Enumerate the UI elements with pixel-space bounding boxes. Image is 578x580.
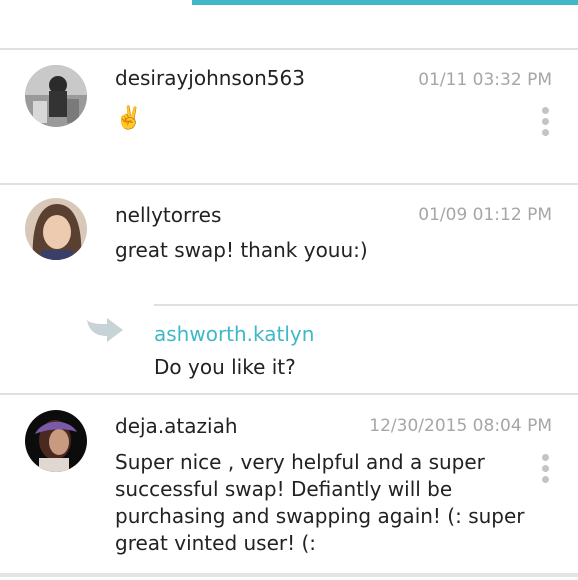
comment-text-line: purchasing and swapping again! (: super xyxy=(115,504,525,528)
comment-username[interactable]: nellytorres xyxy=(115,203,221,227)
comment-text-line: great vinted user! (: xyxy=(115,531,317,555)
comment-text: great swap! thank youu:) xyxy=(115,238,368,262)
comment-item: nellytorres 01/09 01:12 PM great swap! t… xyxy=(0,185,578,305)
comment-text-line: Super nice , very helpful and a super xyxy=(115,450,485,474)
more-options-icon[interactable] xyxy=(541,454,551,487)
comment-username[interactable]: deja.ataziah xyxy=(115,414,238,438)
comment-timestamp: 12/30/2015 08:04 PM xyxy=(369,416,552,436)
comment-username[interactable]: desirayjohnson563 xyxy=(115,66,305,90)
avatar[interactable] xyxy=(25,410,87,472)
reply-username[interactable]: ashworth.katlyn xyxy=(154,322,314,346)
comment-item: desirayjohnson563 01/11 03:32 PM ✌️ xyxy=(0,50,578,183)
tab-indicator xyxy=(192,0,578,5)
comment-text-line: successful swap! Defiantly will be xyxy=(115,477,453,501)
comment-text: Super nice , very helpful and a super su… xyxy=(115,449,525,557)
divider xyxy=(0,573,578,577)
reply-arrow-icon xyxy=(85,312,125,348)
comment-timestamp: 01/11 03:32 PM xyxy=(418,70,552,90)
avatar[interactable] xyxy=(25,65,87,127)
comment-item: deja.ataziah 12/30/2015 08:04 PM Super n… xyxy=(0,395,578,573)
comment-text: ✌️ xyxy=(115,106,143,131)
avatar[interactable] xyxy=(25,198,87,260)
more-options-icon[interactable] xyxy=(541,107,551,140)
reply-text: Do you like it? xyxy=(154,355,296,379)
comment-timestamp: 01/09 01:12 PM xyxy=(418,205,552,225)
reply-divider xyxy=(154,304,578,306)
